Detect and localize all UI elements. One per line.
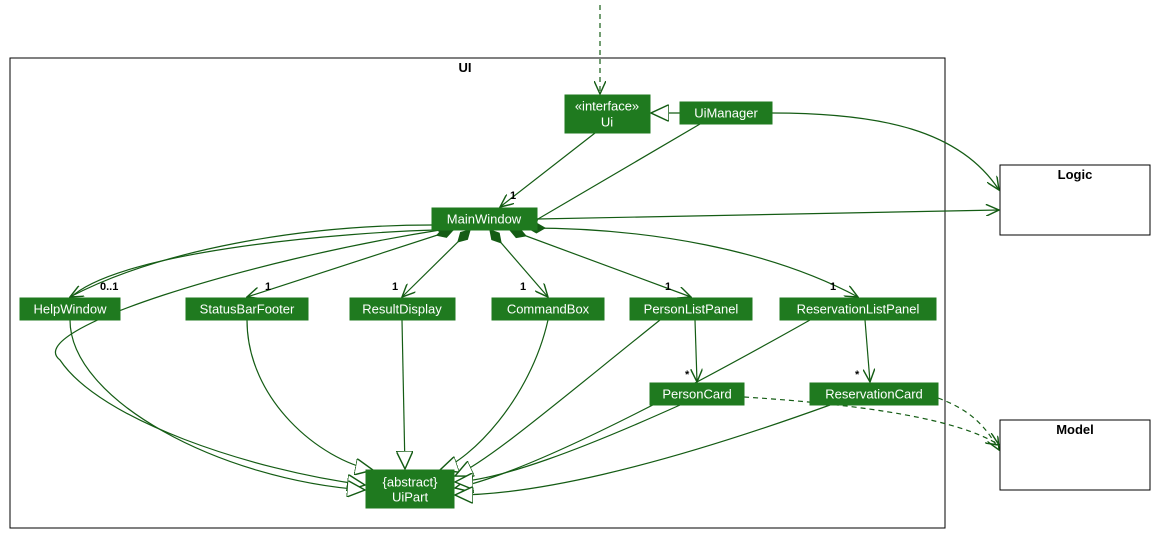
node-mainwindow: MainWindow: [432, 208, 537, 230]
mult-sbf: 1: [265, 281, 271, 293]
node-uipart: {abstract} UiPart: [366, 470, 454, 508]
mult-helpwindow: 0..1: [100, 281, 118, 293]
node-reservationlistpanel: ReservationListPanel: [780, 298, 936, 320]
node-personlistpanel-label: PersonListPanel: [644, 301, 739, 316]
node-personlistpanel: PersonListPanel: [630, 298, 752, 320]
node-reservationcard: ReservationCard: [810, 383, 938, 405]
node-statusbarfooter: StatusBarFooter: [186, 298, 308, 320]
node-commandbox: CommandBox: [492, 298, 604, 320]
mult-mainwindow: 1: [510, 190, 516, 202]
node-mainwindow-label: MainWindow: [447, 211, 522, 226]
node-ui-interface: «interface» Ui: [565, 95, 650, 133]
node-uimanager: UiManager: [680, 102, 772, 124]
package-logic-label: Logic: [1058, 167, 1093, 182]
node-personcard-label: PersonCard: [662, 386, 731, 401]
node-reservationcard-label: ReservationCard: [825, 386, 923, 401]
node-uimanager-label: UiManager: [694, 105, 758, 120]
node-ui-label: Ui: [601, 114, 613, 129]
node-helpwindow-label: HelpWindow: [34, 301, 108, 316]
node-helpwindow: HelpWindow: [20, 298, 120, 320]
node-personcard: PersonCard: [650, 383, 744, 405]
mult-pc: *: [685, 369, 690, 381]
node-resultdisplay: ResultDisplay: [350, 298, 455, 320]
node-ui-stereotype: «interface»: [575, 98, 639, 113]
node-uipart-stereotype: {abstract}: [383, 474, 439, 489]
mult-rc: *: [855, 369, 860, 381]
mult-plp: 1: [665, 281, 671, 293]
package-ui: [10, 58, 945, 528]
node-reservationlistpanel-label: ReservationListPanel: [797, 301, 920, 316]
edge-rc-model: [938, 398, 999, 450]
uml-class-diagram: UI Logic Model 1 0..1 1 1 1 1 1 * *: [0, 0, 1169, 533]
mult-rlp: 1: [830, 281, 836, 293]
node-resultdisplay-label: ResultDisplay: [362, 301, 442, 316]
mult-rd: 1: [392, 281, 398, 293]
package-model-label: Model: [1056, 422, 1094, 437]
node-uipart-label: UiPart: [392, 489, 429, 504]
mult-cb: 1: [520, 281, 526, 293]
node-commandbox-label: CommandBox: [507, 301, 590, 316]
node-statusbarfooter-label: StatusBarFooter: [200, 301, 295, 316]
package-ui-label: UI: [459, 60, 472, 75]
